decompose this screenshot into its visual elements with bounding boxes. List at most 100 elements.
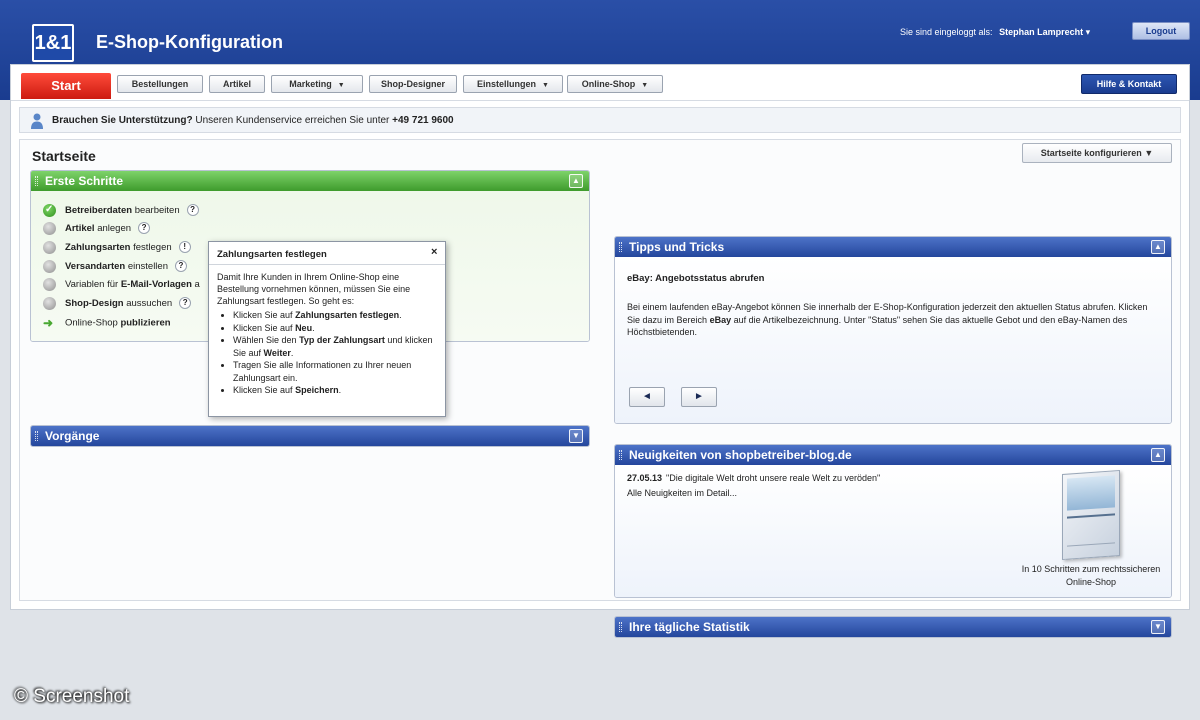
text: Klicken Sie auf bbox=[233, 385, 293, 395]
text-bold: Speichern bbox=[295, 385, 339, 395]
nav-einstellungen[interactable]: Einstellungen ▼ bbox=[463, 75, 563, 93]
help-contact-button[interactable]: Hilfe & Kontakt bbox=[1081, 74, 1177, 94]
drag-handle-icon[interactable] bbox=[619, 242, 622, 252]
ebook-photo bbox=[1067, 475, 1115, 511]
status-dot-icon bbox=[43, 277, 56, 291]
drag-handle-icon[interactable] bbox=[35, 176, 38, 186]
panel-title: Vorgänge bbox=[45, 429, 100, 443]
help-icon[interactable]: ? bbox=[186, 204, 199, 217]
step-publizieren[interactable]: ➜ Online-Shop publizieren bbox=[43, 315, 171, 331]
news-headline[interactable]: "Die digitale Welt droht unsere reale We… bbox=[666, 473, 880, 483]
page-title: Startseite bbox=[32, 148, 96, 164]
step-action: bearbeiten bbox=[134, 205, 180, 216]
help-popup: Zahlungsarten festlegen × Damit Ihre Kun… bbox=[208, 241, 446, 417]
ebook-title-lines bbox=[1067, 513, 1115, 547]
person-icon bbox=[31, 113, 43, 129]
drag-handle-icon[interactable] bbox=[619, 622, 622, 632]
check-icon bbox=[43, 202, 56, 218]
step-label: Artikel bbox=[65, 223, 95, 234]
ebook-caption[interactable]: In 10 Schritten zum rechtssicheren Onlin… bbox=[1013, 563, 1169, 589]
panel-header[interactable]: Tipps und Tricks ▲ bbox=[615, 237, 1171, 257]
configure-startpage-button[interactable]: Startseite konfigurieren ▼ bbox=[1022, 143, 1172, 163]
chevron-down-icon: ▾ bbox=[1085, 27, 1091, 37]
help-icon[interactable]: ? bbox=[174, 260, 187, 273]
chevron-down-icon: ▼ bbox=[1144, 148, 1154, 158]
brand-logo[interactable]: 1&1 bbox=[32, 24, 74, 62]
status-dot-icon bbox=[43, 221, 56, 235]
help-icon[interactable]: ? bbox=[138, 222, 151, 235]
logout-button[interactable]: Logout bbox=[1132, 22, 1190, 40]
step-label: Shop-Design bbox=[65, 298, 124, 309]
text: . bbox=[290, 347, 294, 358]
nav-label: Online-Shop bbox=[581, 79, 636, 89]
all-news-link[interactable]: Alle Neuigkeiten im Detail... bbox=[627, 488, 737, 498]
popup-steps: Klicken Sie auf Zahlungsarten festlegen.… bbox=[233, 309, 439, 397]
nav-bestellungen[interactable]: Bestellungen bbox=[117, 75, 203, 93]
nav-label: Bestellungen bbox=[131, 79, 189, 89]
step-shop-design[interactable]: Shop-Design aussuchen? bbox=[43, 296, 192, 312]
expand-icon[interactable]: ▼ bbox=[1151, 620, 1165, 634]
ebook-cover-image[interactable] bbox=[1062, 469, 1120, 561]
step-artikel[interactable]: Artikel anlegen? bbox=[43, 221, 151, 237]
next-tip-button[interactable]: ► bbox=[681, 387, 717, 407]
startseite-content: Startseite Startseite konfigurieren ▼ Er… bbox=[19, 139, 1181, 638]
step-betreiberdaten[interactable]: Betreiberdaten bearbeiten? bbox=[43, 202, 199, 219]
chevron-down-icon: ▼ bbox=[337, 82, 345, 89]
step-label: Zahlungsarten bbox=[65, 242, 131, 253]
tab-start[interactable]: Start bbox=[21, 73, 111, 99]
tip-text: Bei einem laufenden eBay-Angebot können … bbox=[627, 301, 1161, 339]
nav-online-shop[interactable]: Online-Shop ▼ bbox=[567, 75, 663, 93]
text: . bbox=[338, 385, 342, 395]
panel-header[interactable]: Erste Schritte ▲ bbox=[31, 171, 589, 191]
panel-header[interactable]: Neuigkeiten von shopbetreiber-blog.de ▲ bbox=[615, 445, 1171, 465]
expand-icon[interactable]: ▼ bbox=[569, 429, 583, 443]
step-zahlungsarten[interactable]: Zahlungsarten festlegen! bbox=[43, 240, 191, 256]
panel-title: Erste Schritte bbox=[45, 174, 124, 188]
panel-neuigkeiten: Neuigkeiten von shopbetreiber-blog.de ▲ … bbox=[614, 444, 1172, 598]
text: Klicken Sie auf bbox=[233, 310, 293, 320]
text: Wählen Sie den bbox=[233, 335, 297, 345]
help-icon[interactable]: ? bbox=[179, 297, 192, 310]
step-label: Betreiberdaten bbox=[65, 205, 133, 216]
nav-label: Shop-Designer bbox=[380, 79, 445, 89]
step-label: E-Mail-Vorlagen bbox=[120, 279, 192, 290]
tip-text-bold: eBay bbox=[709, 314, 732, 325]
panel-header[interactable]: Vorgänge ▼ bbox=[31, 426, 589, 446]
close-icon[interactable]: × bbox=[431, 246, 437, 258]
collapse-icon[interactable]: ▲ bbox=[1151, 448, 1165, 462]
news-item[interactable]: 27.05.13 "Die digitale Welt droht unsere … bbox=[627, 473, 880, 483]
panel-header[interactable]: Ihre tägliche Statistik ▼ bbox=[615, 617, 1171, 637]
popup-step: Klicken Sie auf Zahlungsarten festlegen. bbox=[233, 309, 439, 322]
text-bold: Weiter bbox=[263, 347, 291, 358]
arrow-right-icon: ➜ bbox=[43, 316, 54, 330]
step-label: publizieren bbox=[120, 317, 171, 329]
main-nav: Start Bestellungen Artikel Marketing ▼ Sh… bbox=[11, 65, 1189, 101]
step-action: festlegen bbox=[133, 242, 172, 253]
step-versandarten[interactable]: Versandarten einstellen? bbox=[43, 259, 187, 275]
nav-artikel[interactable]: Artikel bbox=[209, 75, 265, 93]
drag-handle-icon[interactable] bbox=[35, 431, 38, 441]
news-date: 27.05.13 bbox=[627, 473, 663, 483]
step-email-vorlagen[interactable]: Variablen für E-Mail-Vorlagen a bbox=[43, 277, 200, 293]
panel-title: Tipps und Tricks bbox=[629, 240, 725, 254]
nav-label: Marketing bbox=[289, 79, 332, 89]
collapse-icon[interactable]: ▲ bbox=[1151, 240, 1165, 254]
user-menu[interactable]: Stephan Lamprecht bbox=[999, 27, 1083, 37]
support-question: Brauchen Sie Unterstützung? bbox=[52, 115, 193, 126]
drag-handle-icon[interactable] bbox=[619, 450, 622, 460]
step-prefix: Variablen für bbox=[65, 279, 119, 290]
step-label: Versandarten bbox=[65, 261, 126, 272]
step-action: einstellen bbox=[127, 261, 168, 272]
screenshot-watermark: © Screenshot bbox=[14, 686, 130, 707]
prev-tip-button[interactable]: ◄ bbox=[629, 387, 665, 407]
popup-intro: Damit Ihre Kunden in Ihrem Online-Shop e… bbox=[217, 272, 411, 306]
nav-shop-designer[interactable]: Shop-Designer bbox=[369, 75, 457, 93]
info-icon[interactable]: ! bbox=[178, 241, 191, 254]
support-text: Brauchen Sie Unterstützung? Unseren Kund… bbox=[52, 115, 454, 126]
popup-title: Zahlungsarten festlegen bbox=[217, 249, 327, 260]
collapse-icon[interactable]: ▲ bbox=[569, 174, 583, 188]
step-action: aussuchen bbox=[126, 298, 173, 309]
nav-marketing[interactable]: Marketing ▼ bbox=[271, 75, 363, 93]
text-bold: Neu bbox=[295, 322, 313, 333]
login-info: Sie sind eingeloggt als: Stephan Lamprec… bbox=[900, 27, 1090, 38]
